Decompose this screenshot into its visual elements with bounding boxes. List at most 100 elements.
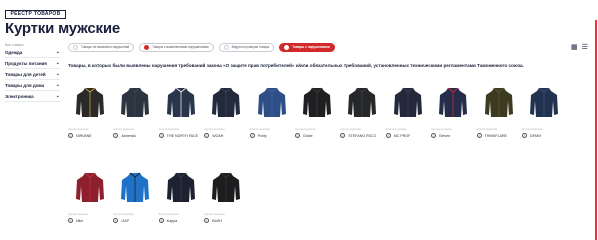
view-toggle: ▦ ☰ <box>571 44 588 51</box>
info-icon[interactable]: i <box>385 133 391 138</box>
sidebar-item-label: Электроника <box>5 93 34 99</box>
category-sidebar: Все товары Одежда ⌄ Продукты питания ⌄ Т… <box>5 43 60 102</box>
jacket-image[interactable] <box>431 84 475 118</box>
brand-row: i Nike <box>68 218 112 223</box>
status-filters: Товары не выявлено нарушений Товары с вы… <box>68 43 335 52</box>
jacket-image[interactable] <box>522 84 566 118</box>
jacket-icon <box>76 172 104 202</box>
info-icon[interactable]: i <box>204 218 210 223</box>
brand-row: i WOAH <box>204 133 248 138</box>
jacket-image[interactable] <box>68 84 112 118</box>
info-icon[interactable]: i <box>68 218 73 223</box>
jacket-icon <box>530 87 558 117</box>
jacket-image[interactable] <box>159 169 203 203</box>
jacket-image[interactable] <box>113 84 157 118</box>
sidebar-item-electronics[interactable]: Электроника ⌄ <box>5 91 60 102</box>
scrollbar[interactable] <box>595 20 597 240</box>
jacket-icon <box>121 87 150 117</box>
sidebar-item-clothing[interactable]: Одежда ⌄ <box>5 47 60 58</box>
brand-name: GAP <box>121 218 129 223</box>
product-card[interactable]: Куртка мужская i Nike <box>68 169 112 223</box>
product-card[interactable]: Куртка мужская i Eleven <box>431 84 475 138</box>
info-icon[interactable]: i <box>158 133 164 138</box>
jacket-icon <box>484 87 513 117</box>
product-card[interactable]: Куртка мужская i Kappa <box>158 169 203 223</box>
brand-row: i THE NORTH FACE <box>158 133 203 138</box>
product-caption: Куртка мужская <box>340 127 361 131</box>
jacket-icon <box>348 87 377 117</box>
info-icon[interactable]: i <box>340 133 346 138</box>
product-caption: Куртка мужская <box>476 127 497 131</box>
product-caption: Куртка мужская <box>295 127 316 131</box>
registry-badge: РЕЕСТР ТОВАРОВ <box>5 10 66 19</box>
info-icon[interactable]: i <box>476 133 482 138</box>
brand-row: i DEMIX <box>522 133 566 138</box>
product-card[interactable]: Куртка мужская i THINKFLARE <box>476 84 521 138</box>
info-icon[interactable]: i <box>113 218 119 223</box>
info-icon[interactable]: i <box>431 133 437 138</box>
info-icon[interactable]: i <box>204 133 210 138</box>
brand-name: MC PROF <box>393 133 411 138</box>
product-caption: Куртка мужская <box>158 212 180 216</box>
info-icon[interactable]: i <box>158 218 164 223</box>
product-card[interactable]: Куртка мужская i STEFANO RICCI <box>340 84 384 138</box>
grid-view-icon[interactable]: ▦ <box>571 44 578 51</box>
sidebar-item-label: Товары для дома <box>5 82 45 88</box>
info-icon[interactable]: i <box>522 133 527 138</box>
page-title: Куртки мужские <box>5 20 120 37</box>
sidebar-item-home[interactable]: Товары для дома ⌄ <box>5 80 60 91</box>
jacket-icon <box>212 172 241 202</box>
filter-violations-active[interactable]: Товары с нарушениями <box>279 43 335 52</box>
jacket-icon <box>303 87 331 117</box>
product-card[interactable]: Куртка мужская i MC PROF <box>385 84 430 138</box>
product-card[interactable]: Куртка мужская i WOAH <box>204 84 248 138</box>
brand-name: STEFANO RICCI <box>348 133 376 138</box>
jacket-icon <box>76 87 104 117</box>
jacket-image[interactable] <box>295 84 339 118</box>
product-caption: Куртка мужская <box>522 127 543 131</box>
product-card[interactable]: Куртка мужская i Ashenick <box>113 84 157 138</box>
jacket-image[interactable] <box>386 84 430 118</box>
brand-row: i Kappa <box>158 218 203 223</box>
jacket-image[interactable] <box>68 169 112 203</box>
brand-name: Purity <box>257 133 267 138</box>
jacket-image[interactable] <box>340 84 384 118</box>
brand-name: THE NORTH FACE <box>166 133 199 138</box>
brand-row: i Globe <box>295 133 339 138</box>
jacket-image[interactable] <box>250 84 294 118</box>
jacket-image[interactable] <box>477 84 521 118</box>
sidebar-item-children[interactable]: Товары для детей ⌄ <box>5 69 60 80</box>
info-icon[interactable]: i <box>113 133 119 138</box>
chevron-down-icon: ⌄ <box>55 49 60 55</box>
product-caption: Куртка мужская <box>113 212 134 216</box>
jacket-image[interactable] <box>159 84 203 118</box>
jacket-icon <box>212 87 241 117</box>
jacket-icon <box>121 172 150 202</box>
product-card[interactable]: Куртка мужская i Purity <box>249 84 294 138</box>
product-card[interactable]: Куртка мужская i Globe <box>295 84 339 138</box>
product-card[interactable]: Куртка мужская i BASH <box>204 169 248 223</box>
brand-row: i NIRVANE <box>68 133 112 138</box>
brand-row: i GAP <box>113 218 157 223</box>
filter-no-violations[interactable]: Товары не выявлено нарушений <box>68 43 135 52</box>
filter-with-violations[interactable]: Товары с выявленными нарушениями <box>139 43 214 52</box>
jacket-image[interactable] <box>113 169 157 203</box>
list-view-icon[interactable]: ☰ <box>582 44 588 51</box>
filter-under-inspection[interactable]: Ведутся проверки товара <box>218 43 275 52</box>
brand-name: THINKFLARE <box>484 133 507 138</box>
product-caption: Куртка мужская <box>204 212 225 216</box>
radio-icon <box>284 45 290 50</box>
info-icon[interactable]: i <box>68 133 73 138</box>
jacket-image[interactable] <box>204 169 248 203</box>
info-icon[interactable]: i <box>249 133 255 138</box>
product-card[interactable]: Куртка мужская i THE NORTH FACE <box>158 84 203 138</box>
info-icon[interactable]: i <box>295 133 300 138</box>
chevron-down-icon: ⌄ <box>55 60 60 66</box>
brand-name: WOAH <box>212 133 224 138</box>
jacket-image[interactable] <box>204 84 248 118</box>
product-card[interactable]: Куртка мужская i DEMIX <box>522 84 566 138</box>
jacket-icon <box>393 87 422 117</box>
product-card[interactable]: Куртка мужская i GAP <box>113 169 157 223</box>
sidebar-item-food[interactable]: Продукты питания ⌄ <box>5 58 60 69</box>
product-card[interactable]: Куртка мужская i NIRVANE <box>68 84 112 138</box>
